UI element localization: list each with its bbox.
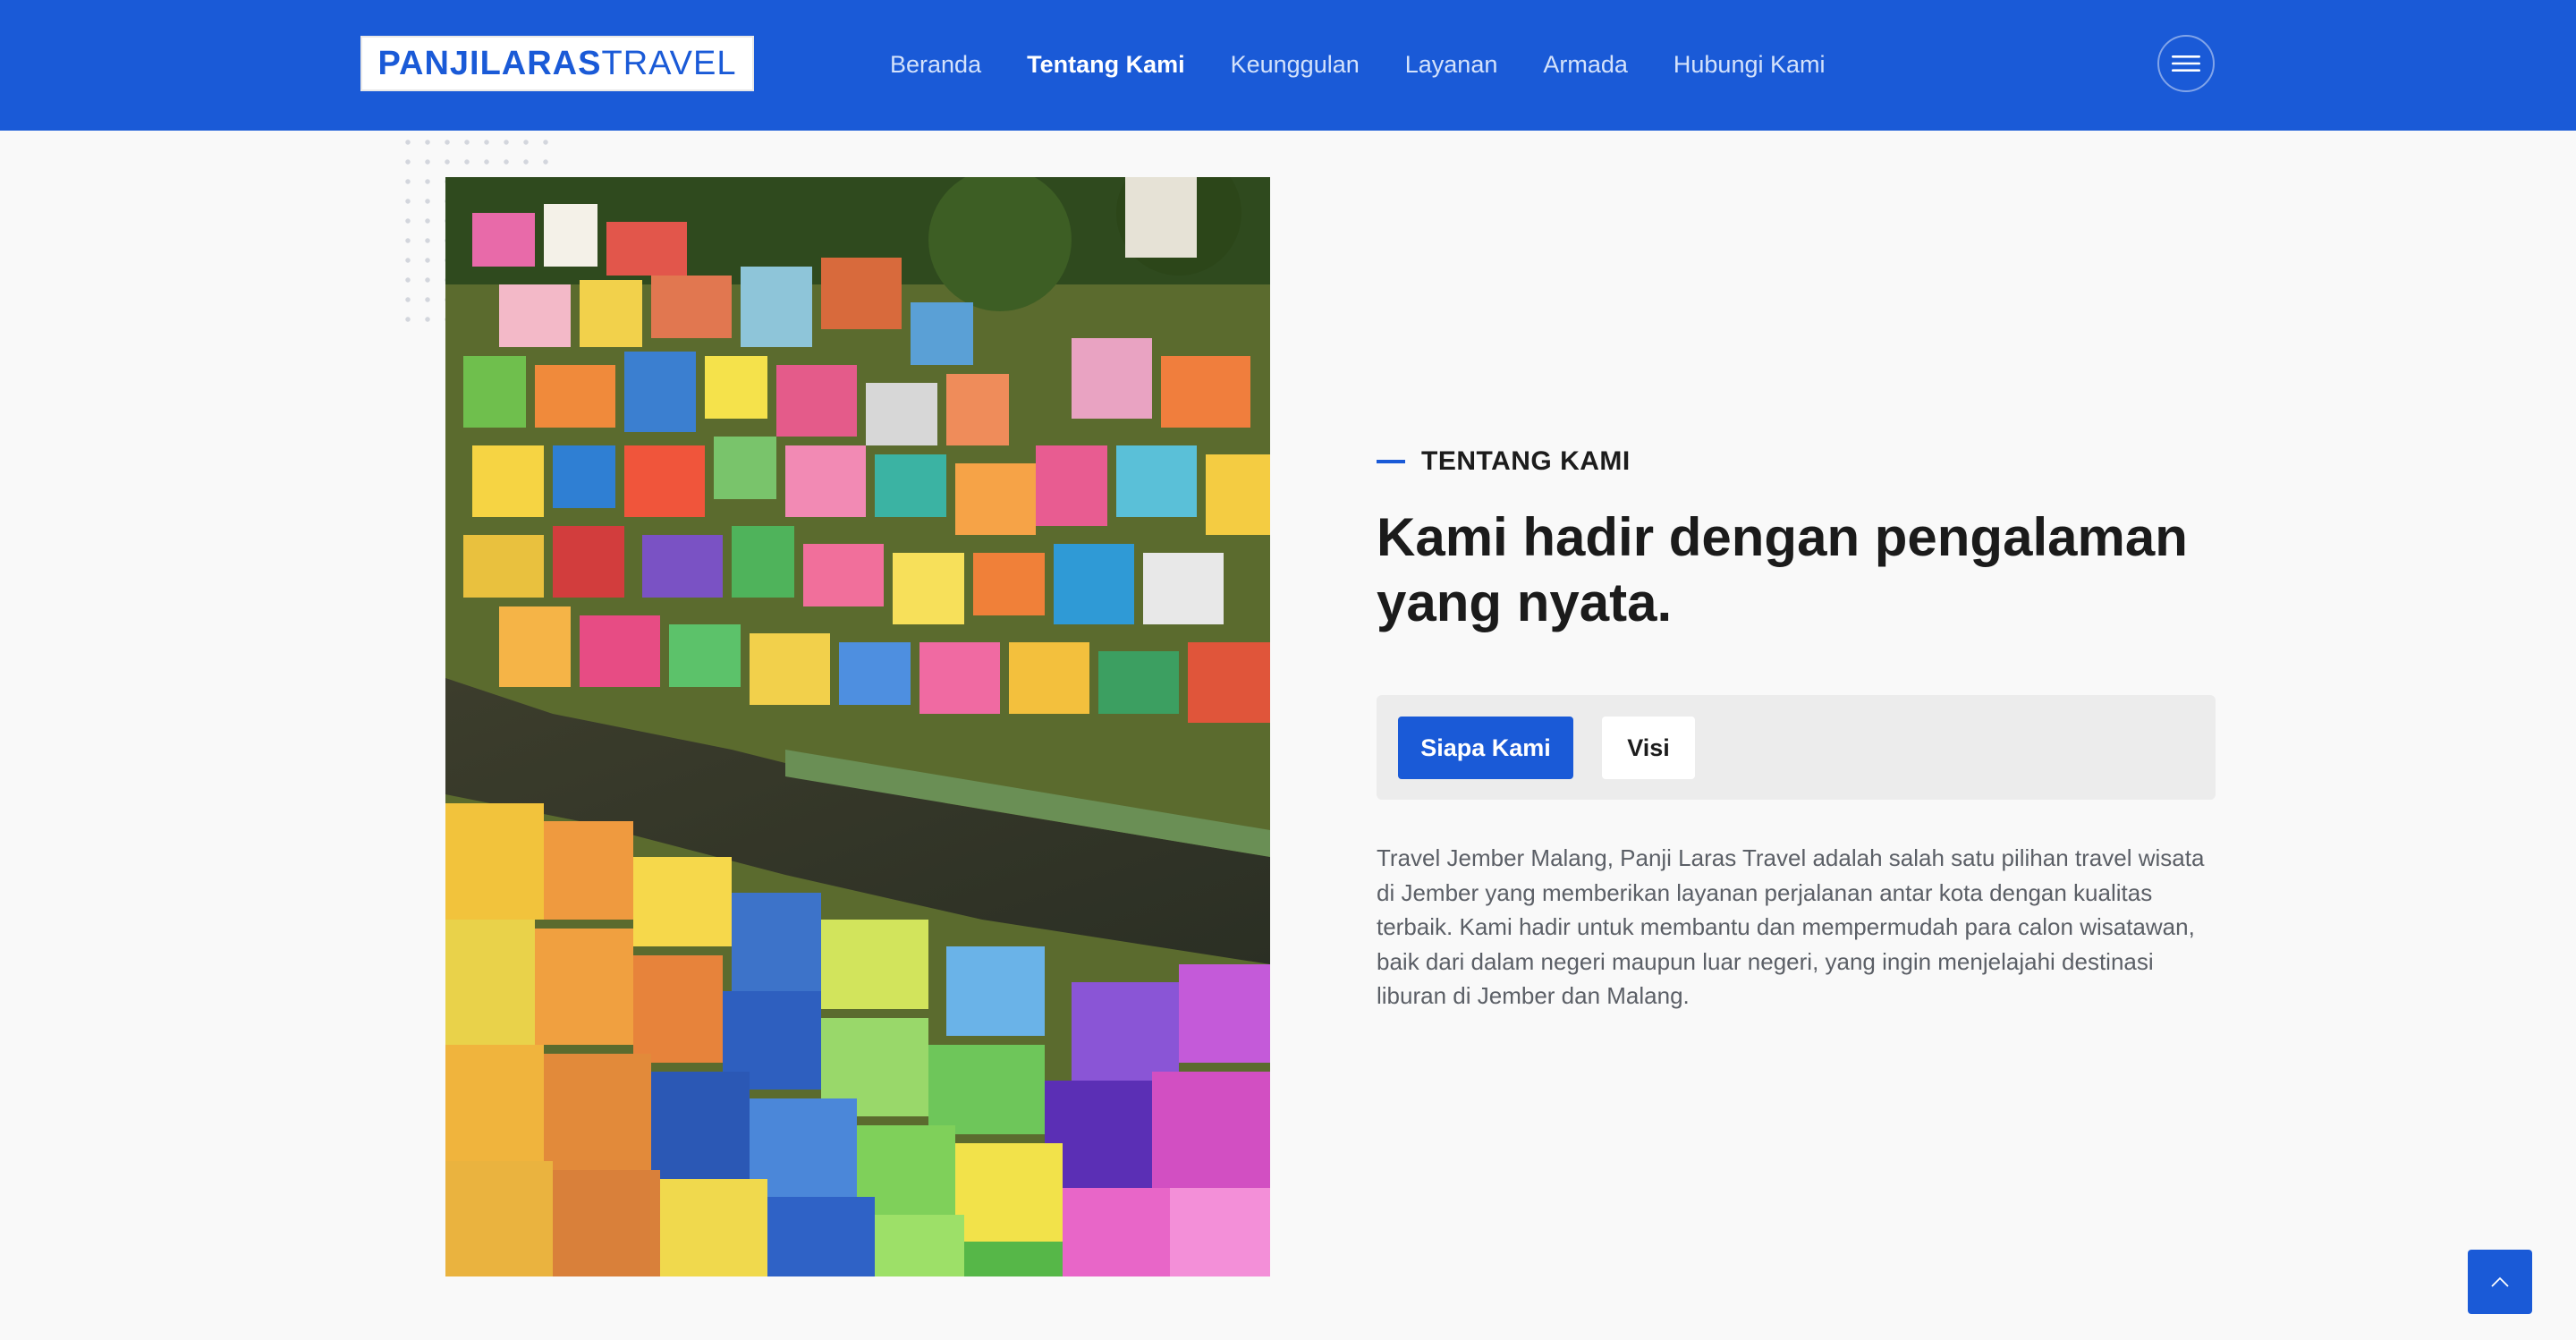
tab-siapa-kami[interactable]: Siapa Kami	[1398, 717, 1573, 779]
tab-visi[interactable]: Visi	[1602, 717, 1695, 779]
about-paragraph: Travel Jember Malang, Panji Laras Travel…	[1377, 844, 2205, 1009]
nav-link-hubungi-kami[interactable]: Hubungi Kami	[1674, 51, 1826, 79]
about-tabs: Siapa Kami Visi	[1377, 695, 2216, 800]
eyebrow-line	[1377, 460, 1405, 463]
chevron-up-icon	[2491, 1276, 2509, 1287]
section-headline: Kami hadir dengan pengalaman yang nyata.	[1377, 507, 2188, 632]
about-photo	[445, 177, 1270, 1276]
hamburger-menu-icon	[2172, 55, 2200, 72]
nav-link-keunggulan[interactable]: Keunggulan	[1231, 51, 1360, 79]
brand-name-light: TRAVEL	[601, 44, 737, 82]
main-nav: Beranda Tentang Kami Keunggulan Layanan …	[890, 47, 1826, 82]
menu-button[interactable]	[2157, 35, 2215, 92]
nav-link-layanan[interactable]: Layanan	[1405, 51, 1498, 79]
brand-logo[interactable]: PANJILARAS TRAVEL	[360, 36, 754, 91]
brand-name-bold: PANJILARAS	[377, 44, 602, 82]
nav-link-tentang-kami[interactable]: Tentang Kami	[1027, 51, 1185, 79]
section-eyebrow: TENTANG KAMI	[1377, 444, 1631, 479]
back-to-top-button[interactable]	[2468, 1250, 2532, 1314]
colorful-village-aerial-image	[445, 177, 1270, 1276]
nav-link-beranda[interactable]: Beranda	[890, 51, 981, 79]
nav-link-armada[interactable]: Armada	[1543, 51, 1628, 79]
site-header: PANJILARAS TRAVEL Beranda Tentang Kami Ke…	[0, 0, 2576, 131]
eyebrow-text: TENTANG KAMI	[1421, 446, 1631, 476]
